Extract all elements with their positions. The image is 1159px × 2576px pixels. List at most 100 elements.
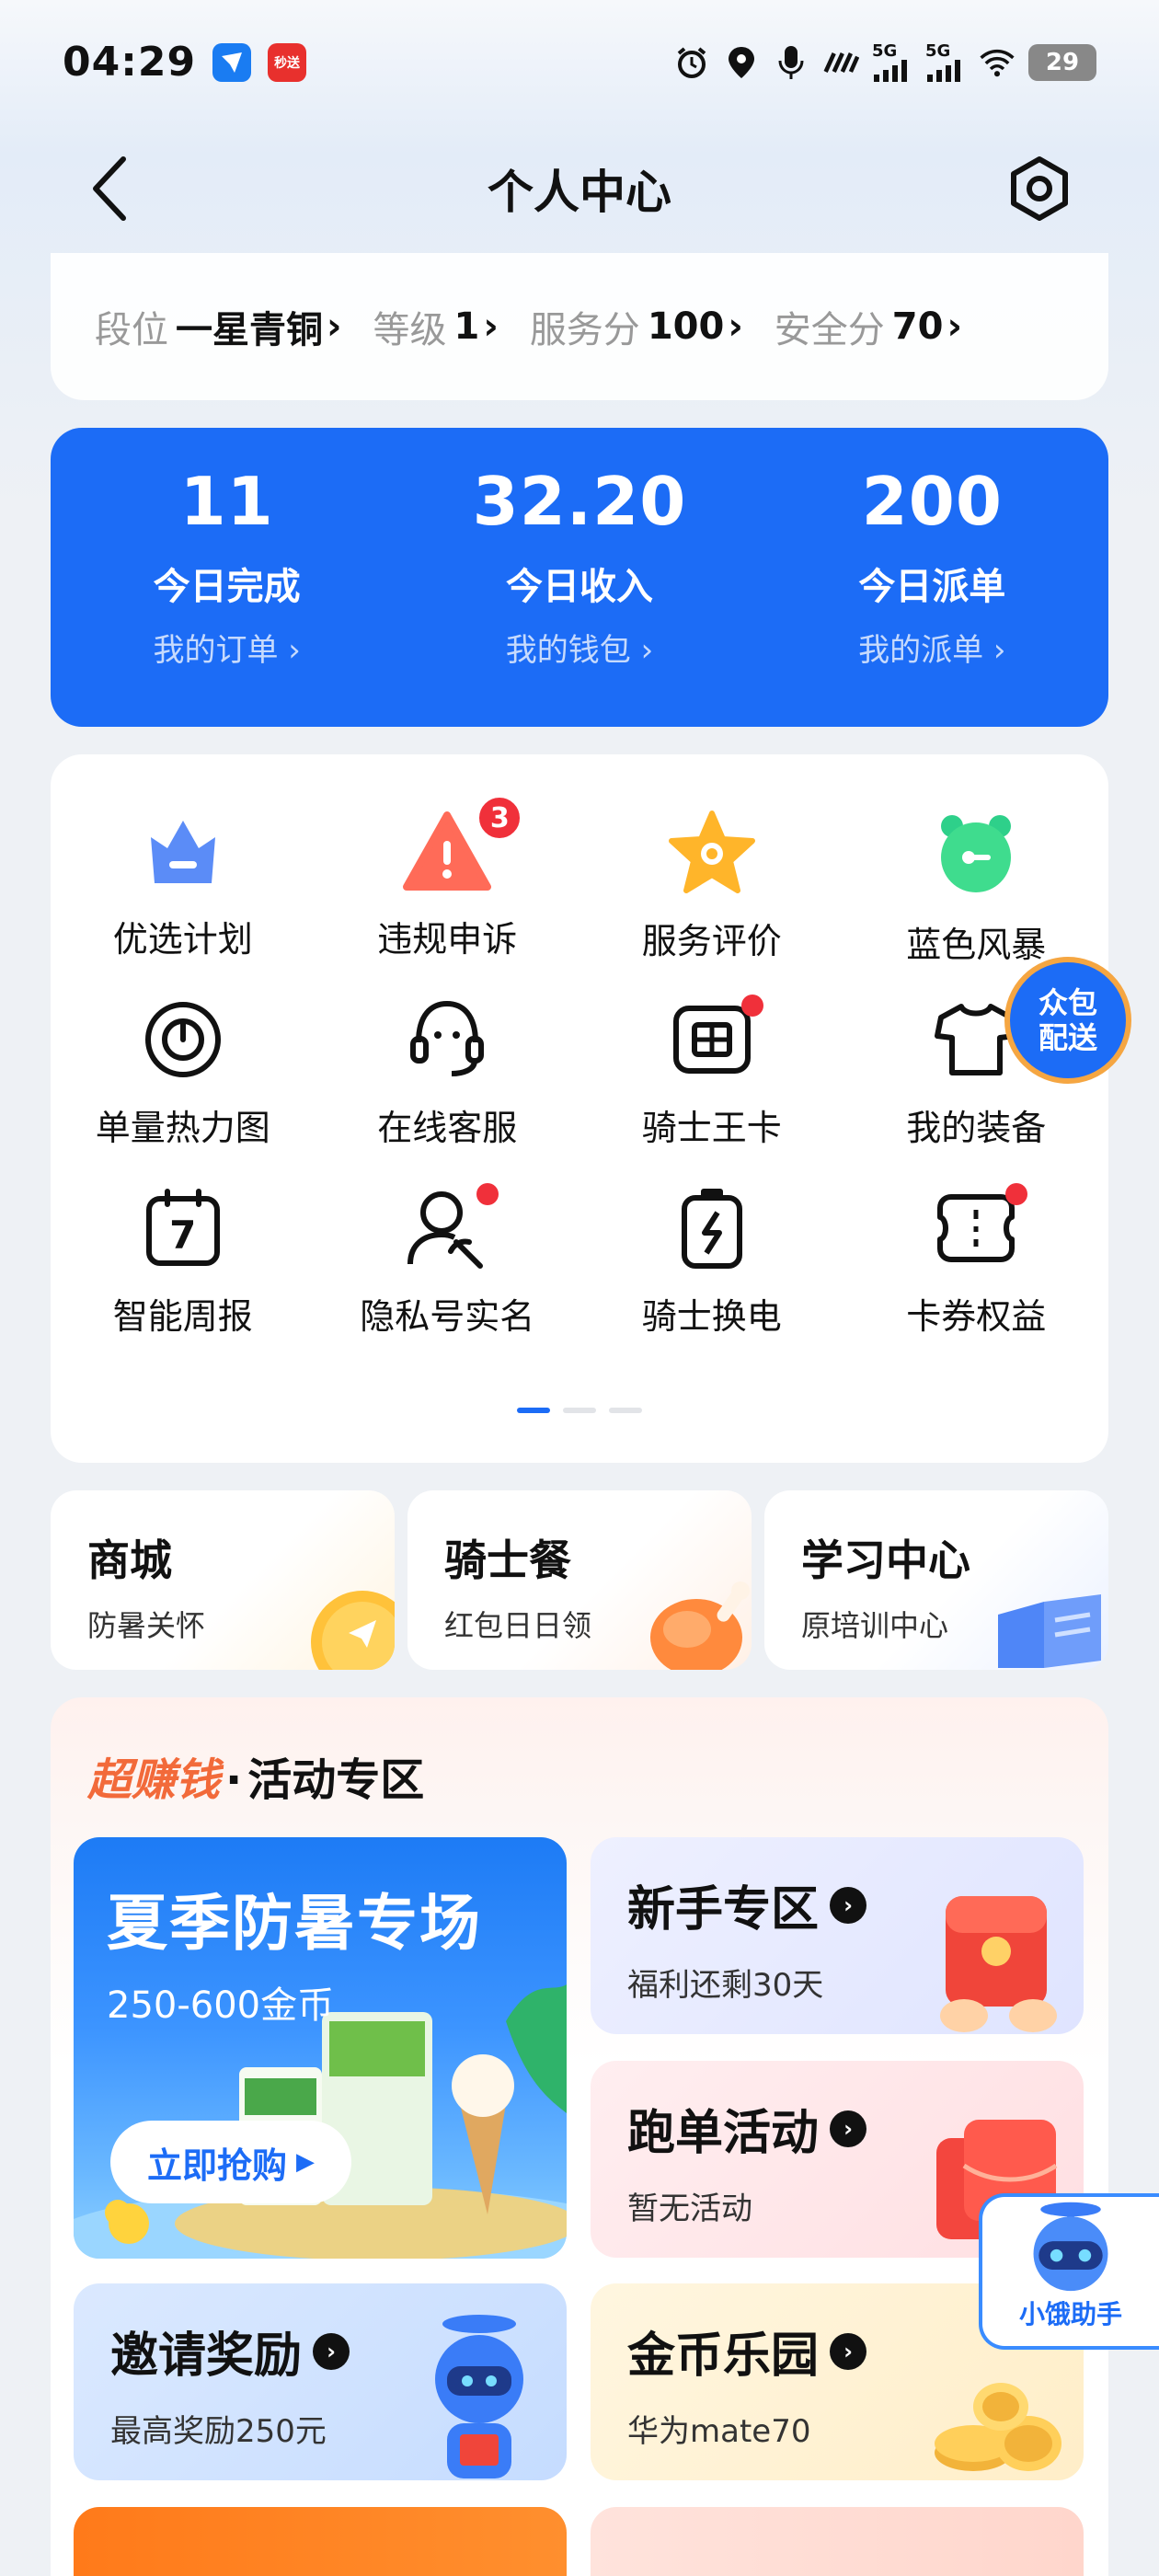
stat-income[interactable]: 32.20 今日收入 我的钱包 › <box>403 428 755 727</box>
my-dispatch-link-label: 我的派单 <box>858 632 984 669</box>
red-dot-badge <box>1005 1183 1028 1205</box>
grid-item-service-rating[interactable]: 服务评价 <box>580 810 844 961</box>
stat-dispatch-number: 200 <box>861 463 1003 540</box>
grid-label: 骑士王卡 <box>641 1108 782 1148</box>
rank-safety-score[interactable]: 安全分 70 › <box>775 300 962 353</box>
app-badge-miaosong-icon: 秒送 <box>268 42 307 82</box>
banner-coins: 250-600金币 <box>107 1984 335 2027</box>
notification-count-badge: 3 <box>476 795 523 841</box>
stat-completed-label: 今日完成 <box>153 566 301 608</box>
red-envelope-icon <box>940 1896 1057 2032</box>
banner-title: 夏季防暑专场 <box>107 1888 482 1959</box>
rank-level[interactable]: 等级 1 › <box>373 300 498 353</box>
assistant-float-button[interactable]: 小饿助手 <box>979 2193 1159 2350</box>
sim-card-icon <box>668 995 763 1081</box>
page-header: 个人中心 <box>0 124 1159 253</box>
crowdsource-line2: 配送 <box>1038 1020 1097 1055</box>
grid-label: 隐私号实名 <box>360 1296 535 1337</box>
crown-icon <box>139 810 227 892</box>
tile-title: 跑单活动 <box>627 2106 820 2161</box>
rank-level-value: 1 <box>453 305 480 348</box>
pager-dot <box>563 1408 596 1413</box>
buy-now-button[interactable]: 立即抢购 ▶ <box>110 2121 351 2203</box>
my-wallet-link[interactable]: 我的钱包 › <box>506 625 653 670</box>
alarm-clock-icon <box>932 810 1020 898</box>
arrow-right-circle-icon: › <box>313 2332 350 2370</box>
partial-promo-tile-right[interactable] <box>591 2507 1084 2576</box>
rider-mascot-icon <box>435 2315 523 2478</box>
grid-item-weekly-report[interactable]: 7 智能周报 <box>51 1187 316 1339</box>
arrow-right-circle-icon: › <box>830 2110 867 2147</box>
shortcut-mall[interactable]: 商城 防暑关怀 <box>51 1490 395 1670</box>
red-dot-badge <box>476 1183 499 1205</box>
grid-label: 单量热力图 <box>95 1108 270 1148</box>
shortcut-knight-meal[interactable]: 骑士餐 红包日日领 <box>407 1490 752 1670</box>
grid-label: 智能周报 <box>112 1296 253 1337</box>
coupon-icon <box>932 1183 1028 1270</box>
signal-2-icon: 5G <box>925 40 966 82</box>
tile-invite-reward[interactable]: 邀请奖励 › 最高奖励250元 <box>74 2283 567 2480</box>
rank-tier[interactable]: 段位 一星青铜 › <box>95 300 341 353</box>
services-grid-card: 优选计划 3 违规申诉 服务评价 蓝色风暴 单量热力图 在线客服 骑士王卡 我的… <box>51 754 1108 1463</box>
my-orders-link-label: 我的订单 <box>153 632 279 669</box>
grid-item-coupons[interactable]: 卡券权益 <box>844 1183 1109 1339</box>
red-dot-badge <box>740 995 763 1017</box>
calendar-icon: 7 <box>139 1187 227 1270</box>
rank-card: 段位 一星青铜 › 等级 1 › 服务分 100 › 安全分 70 › <box>51 253 1108 400</box>
wifi-icon <box>979 44 1016 81</box>
grid-item-battery-swap[interactable]: 骑士换电 <box>580 1187 844 1339</box>
grid-label: 卡券权益 <box>906 1296 1047 1337</box>
stat-completed[interactable]: 11 今日完成 我的订单 › <box>51 428 403 727</box>
today-stats-card: 11 今日完成 我的订单 › 32.20 今日收入 我的钱包 › 200 今日派… <box>51 428 1108 727</box>
book-icon <box>998 1594 1101 1668</box>
activity-header: 超赚钱 · 活动专区 <box>87 1743 424 1808</box>
my-dispatch-link[interactable]: 我的派单 › <box>858 625 1005 670</box>
chevron-right-icon: › <box>483 305 499 348</box>
grid-item-violation-appeal[interactable]: 3 违规申诉 <box>316 795 580 961</box>
heatmap-icon <box>139 998 227 1081</box>
status-time: 04:29 <box>63 39 197 86</box>
mic-icon <box>773 44 809 81</box>
tile-title: 新手专区 <box>627 1882 820 1938</box>
grid-item-privacy-id[interactable]: 隐私号实名 <box>316 1183 580 1339</box>
chevron-left-icon <box>93 156 126 221</box>
rank-service-label: 服务分 <box>529 309 640 351</box>
chicken-drumstick-icon <box>650 1581 750 1670</box>
grid-label: 在线客服 <box>377 1108 518 1148</box>
partial-promo-tile-left[interactable] <box>74 2507 567 2576</box>
grid-item-knight-card[interactable]: 骑士王卡 <box>580 995 844 1150</box>
activity-separator: · <box>225 1754 243 1806</box>
tile-newbie-zone[interactable]: 新手专区 › 福利还剩30天 <box>591 1837 1084 2034</box>
my-orders-link[interactable]: 我的订单 › <box>153 625 300 670</box>
hd-icon <box>822 44 859 81</box>
grid-item-order-heatmap[interactable]: 单量热力图 <box>51 998 316 1150</box>
my-wallet-link-label: 我的钱包 <box>505 632 631 669</box>
tile-title: 邀请奖励 <box>110 2329 303 2384</box>
signal-2-label: 5G <box>925 40 951 61</box>
activity-title: 活动专区 <box>247 1754 425 1806</box>
personal-center-page: 04:29 秒送 5G 5G 29 个人中心 段位 一星青铜 › 等级 1 › … <box>0 0 1159 2576</box>
grid-item-online-support[interactable]: 在线客服 <box>316 998 580 1150</box>
shortcut-learning-center[interactable]: 学习中心 原培训中心 <box>764 1490 1108 1670</box>
grid-item-preferred-plan[interactable]: 优选计划 <box>51 810 316 961</box>
stat-income-label: 今日收入 <box>505 566 653 608</box>
gold-coin-icon <box>311 1591 395 1670</box>
rank-service-score[interactable]: 服务分 100 › <box>530 300 743 353</box>
back-button[interactable] <box>88 152 143 225</box>
grid-item-blue-storm[interactable]: 蓝色风暴 <box>844 810 1109 965</box>
rank-safety-value: 70 <box>891 305 944 348</box>
crowdsource-delivery-float-button[interactable]: 众包 配送 <box>1004 957 1131 1084</box>
pager-dot-active <box>517 1408 550 1413</box>
rank-tier-value: 一星青铜 <box>176 309 323 351</box>
star-icon <box>668 810 756 894</box>
settings-button[interactable] <box>1003 152 1076 225</box>
user-phone-icon <box>403 1183 499 1270</box>
app-badge-logistics-icon <box>212 42 252 82</box>
grid-label: 服务评价 <box>641 921 782 961</box>
stat-dispatch[interactable]: 200 今日派单 我的派单 › <box>756 428 1108 727</box>
activity-zone: 超赚钱 · 活动专区 夏季防暑专场 250-600金币 立即抢购 ▶ 新手专区 … <box>51 1697 1108 2576</box>
rank-service-value: 100 <box>647 305 725 348</box>
grid-label: 骑士换电 <box>641 1296 782 1337</box>
summer-heat-banner[interactable]: 夏季防暑专场 250-600金币 立即抢购 ▶ <box>74 1837 567 2259</box>
chevron-right-icon: › <box>728 305 743 348</box>
